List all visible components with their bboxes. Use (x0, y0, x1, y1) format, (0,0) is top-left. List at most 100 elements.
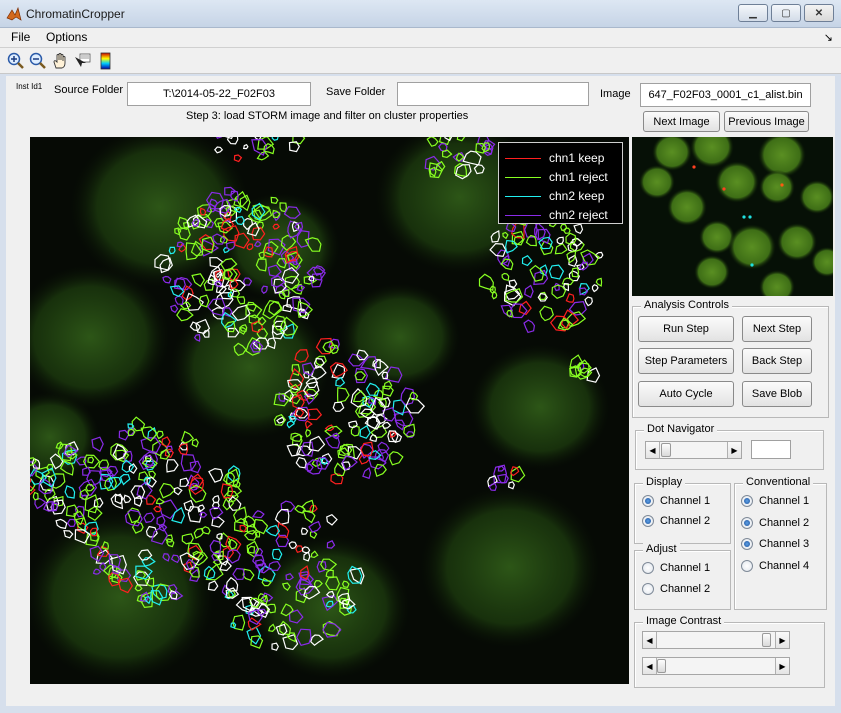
chart-legend: chn1 keep chn1 reject chn2 keep chn2 rej… (498, 142, 623, 224)
cluster-outline (161, 436, 171, 448)
back-step-button[interactable]: Back Step (742, 348, 812, 374)
cluster-outline (110, 493, 124, 510)
cluster-outline (274, 508, 290, 525)
cluster-outline (193, 527, 204, 539)
contrast-upper-slider[interactable]: ◀ ▶ (642, 631, 790, 649)
save-folder-field[interactable] (397, 82, 589, 106)
close-button[interactable]: ✕ (804, 4, 834, 22)
step-parameters-button[interactable]: Step Parameters (638, 348, 734, 374)
cluster-outline (228, 495, 242, 511)
radio-selected-icon (741, 495, 753, 507)
dock-arrow-icon[interactable]: ↘ (824, 31, 833, 44)
cluster-outline (591, 284, 599, 293)
source-folder-field[interactable]: T:\2014-05-22_F02F03 (127, 82, 311, 106)
step-instruction-text: Step 3: load STORM image and filter on c… (186, 110, 469, 122)
next-image-button[interactable]: Next Image (643, 111, 720, 132)
cluster-outline (119, 473, 131, 486)
zoom-in-icon[interactable] (6, 51, 26, 71)
cluster-outline (292, 137, 306, 145)
thumbnail-nucleus (799, 179, 833, 215)
slider-left-arrow-icon[interactable]: ◀ (643, 632, 657, 648)
cluster-outline (335, 376, 346, 387)
conventional-channel-2-radio[interactable]: Channel 2 (741, 517, 809, 529)
legend-item-chn2-keep: chn2 keep (505, 189, 604, 203)
colorbar-icon[interactable] (96, 51, 116, 71)
minimize-button[interactable]: ▁ (738, 4, 768, 22)
cluster-outline (358, 454, 371, 465)
menu-bar: File Options ↘ (0, 28, 841, 48)
cluster-outline (254, 530, 261, 538)
cluster-outline (501, 272, 510, 282)
pan-hand-icon[interactable] (50, 51, 70, 71)
cluster-outline (507, 481, 515, 490)
cluster-outline (145, 495, 157, 505)
dot-navigator-slider[interactable]: ◀ ▶ (645, 441, 742, 459)
radio-label: Channel 2 (660, 515, 711, 527)
contrast-lower-slider[interactable]: ◀ ▶ (642, 657, 790, 675)
cluster-outline (548, 264, 565, 280)
slider-right-arrow-icon[interactable]: ▶ (775, 632, 789, 648)
cluster-outline (524, 284, 534, 299)
toolbar (0, 48, 841, 74)
cluster-outline (216, 137, 223, 139)
radio-unselected-icon (642, 562, 654, 574)
cluster-outline (174, 486, 183, 496)
radio-label: Channel 1 (660, 495, 711, 507)
maximize-button[interactable]: ▢ (771, 4, 801, 22)
dot-navigator-field[interactable] (751, 440, 791, 459)
legend-label: chn2 reject (549, 208, 608, 222)
cluster-outline (138, 471, 149, 481)
adjust-channel-2-radio[interactable]: Channel 2 (642, 583, 710, 595)
cluster-outline (93, 497, 104, 508)
legend-line-purple (505, 214, 541, 216)
menu-file[interactable]: File (11, 30, 30, 44)
inst-id-label: Inst Id1 (16, 82, 43, 91)
cluster-outline (565, 293, 575, 303)
menu-options[interactable]: Options (46, 30, 87, 44)
display-channel-1-radio[interactable]: Channel 1 (642, 495, 710, 507)
conventional-channel-4-radio[interactable]: Channel 4 (741, 560, 809, 572)
cluster-outline (141, 457, 158, 469)
nucleus-blob (420, 486, 600, 648)
cluster-outline (582, 252, 594, 266)
slider-right-arrow-icon[interactable]: ▶ (727, 442, 741, 458)
cluster-outline (222, 496, 235, 511)
slider-thumb[interactable] (762, 633, 771, 647)
slider-left-arrow-icon[interactable]: ◀ (643, 658, 657, 674)
legend-item-chn1-reject: chn1 reject (505, 170, 608, 184)
slider-thumb[interactable] (657, 659, 666, 673)
image-contrast-title: Image Contrast (643, 615, 725, 627)
legend-label: chn1 reject (549, 170, 608, 184)
zoom-out-icon[interactable] (28, 51, 48, 71)
storm-image-axes[interactable]: chn1 keep chn1 reject chn2 keep chn2 rej… (30, 137, 629, 684)
cluster-outline (336, 387, 350, 404)
cluster-outline (209, 506, 224, 521)
cluster-outline (332, 401, 345, 412)
conventional-channel-3-radio[interactable]: Channel 3 (741, 538, 809, 550)
legend-item-chn2-reject: chn2 reject (505, 208, 608, 222)
cluster-outline (389, 451, 404, 466)
conventional-image-axes[interactable] (632, 137, 833, 296)
save-folder-label: Save Folder (326, 86, 386, 98)
cluster-outline (374, 463, 387, 478)
data-cursor-icon[interactable] (72, 51, 92, 71)
run-step-button[interactable]: Run Step (638, 316, 734, 342)
display-channel-2-radio[interactable]: Channel 2 (642, 515, 710, 527)
slider-thumb[interactable] (661, 443, 671, 457)
adjust-channel-1-radio[interactable]: Channel 1 (642, 562, 710, 574)
cluster-outline (166, 459, 179, 473)
save-blob-button[interactable]: Save Blob (742, 381, 812, 407)
slider-left-arrow-icon[interactable]: ◀ (646, 442, 660, 458)
radio-selected-icon (642, 515, 654, 527)
cluster-outline (554, 242, 568, 255)
conventional-channel-1-radio[interactable]: Channel 1 (741, 495, 809, 507)
previous-image-button[interactable]: Previous Image (724, 111, 809, 132)
cluster-outline (360, 441, 374, 457)
image-filename-field[interactable]: 647_F02F03_0001_c1_alist.bin (640, 83, 811, 107)
auto-cycle-button[interactable]: Auto Cycle (638, 381, 734, 407)
cluster-outline (362, 467, 372, 480)
next-step-button[interactable]: Next Step (742, 316, 812, 342)
slider-right-arrow-icon[interactable]: ▶ (775, 658, 789, 674)
adjust-title: Adjust (643, 543, 680, 555)
analysis-controls-title: Analysis Controls (641, 299, 732, 311)
